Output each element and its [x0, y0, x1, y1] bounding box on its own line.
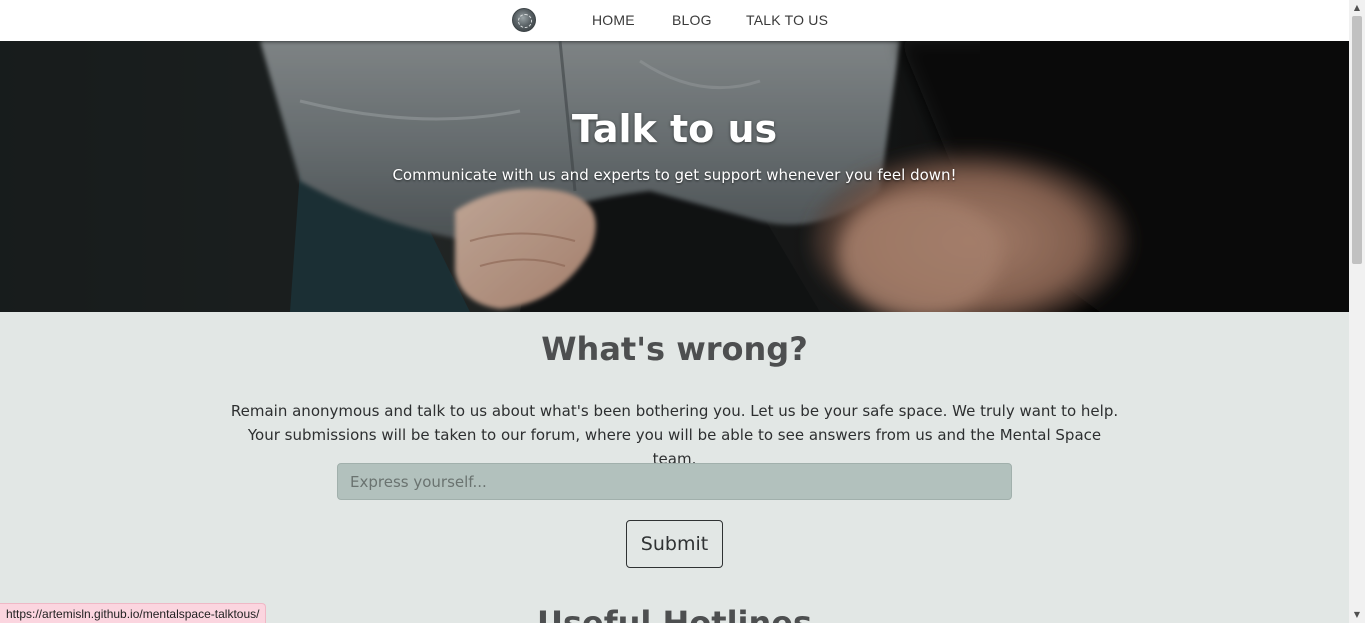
submit-button[interactable]: Submit	[626, 520, 723, 568]
nav-link-blog[interactable]: BLOG	[672, 12, 712, 28]
hero-banner: Talk to us Communicate with us and exper…	[0, 41, 1349, 312]
message-input[interactable]	[337, 463, 1012, 500]
section-heading: What's wrong?	[541, 330, 808, 368]
logo-icon[interactable]	[512, 8, 536, 32]
navbar: HOME BLOG TALK TO US	[0, 0, 1349, 41]
scroll-up-arrow-icon[interactable]: ▲	[1349, 0, 1365, 16]
status-bar-url: https://artemisln.github.io/mentalspace-…	[0, 603, 267, 623]
vertical-scrollbar[interactable]: ▲ ▼	[1349, 0, 1365, 623]
hero-subtitle: Communicate with us and experts to get s…	[392, 166, 957, 184]
hero-title: Talk to us	[571, 107, 778, 151]
nav-link-home[interactable]: HOME	[592, 12, 635, 28]
scrollbar-thumb[interactable]	[1352, 16, 1362, 264]
nav-link-talk-to-us[interactable]: TALK TO US	[746, 12, 828, 28]
scroll-down-arrow-icon[interactable]: ▼	[1349, 607, 1365, 623]
intro-paragraph: Remain anonymous and talk to us about wh…	[230, 402, 1119, 468]
page: HOME BLOG TALK TO US Talk to us Communic…	[0, 0, 1349, 623]
